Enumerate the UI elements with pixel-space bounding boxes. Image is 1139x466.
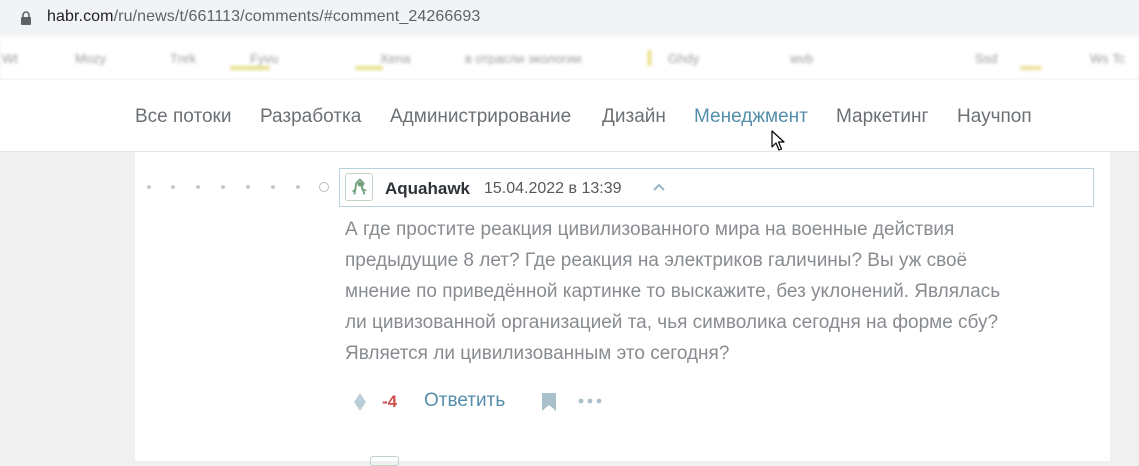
bookmark-icon[interactable] — [541, 392, 557, 412]
nav-item-popsci[interactable]: Научпоп — [957, 106, 1032, 128]
url-text[interactable]: habr.com/ru/news/t/661113/comments/#comm… — [47, 8, 480, 26]
vote-icon[interactable] — [353, 392, 367, 412]
address-bar[interactable]: habr.com/ru/news/t/661113/comments/#comm… — [0, 0, 1139, 36]
comment-text: А где простите реакция цивилизованного м… — [345, 214, 1085, 369]
comment-line: мнение по приведённой картинке то выскаж… — [345, 281, 1001, 302]
comment-author[interactable]: Aquahawk — [385, 179, 470, 199]
bookmark-item[interactable]: wvb — [790, 51, 813, 66]
comment-line: предыдущие 8 лет? Где реакция на электри… — [345, 250, 968, 271]
bookmark-favicon — [648, 50, 651, 66]
mouse-cursor-icon — [771, 130, 785, 151]
comment-line: ли цивизованной организацией та, чья сим… — [345, 312, 999, 333]
bookmark-favicon — [230, 66, 270, 70]
habr-nav: Все потоки Разработка Администрирование … — [0, 80, 1139, 152]
thread-level-dot[interactable] — [171, 185, 175, 189]
bookmark-favicon — [355, 66, 383, 70]
thread-current-marker[interactable] — [319, 182, 329, 192]
comment-date[interactable]: 15.04.2022 в 13:39 — [484, 180, 622, 198]
bookmark-favicon — [1020, 66, 1042, 70]
thread-level-dot[interactable] — [246, 185, 250, 189]
nav-item-develop[interactable]: Разработка — [260, 106, 361, 128]
nav-item-marketing[interactable]: Маркетинг — [836, 106, 928, 128]
comment-line: А где простите реакция цивилизованного м… — [345, 219, 955, 240]
nav-item-management[interactable]: Менеджмент — [694, 106, 808, 128]
user-avatar[interactable] — [345, 173, 373, 201]
nav-item-admin[interactable]: Администрирование — [390, 106, 571, 128]
comment-score: -4 — [382, 392, 398, 411]
bookmark-item[interactable]: Wt — [2, 51, 18, 66]
more-options-icon[interactable] — [577, 397, 603, 405]
bookmark-item[interactable]: Ghdy — [668, 51, 699, 66]
thread-level-dot[interactable] — [147, 185, 151, 189]
next-comment-avatar[interactable] — [370, 456, 399, 466]
thread-level-dot[interactable] — [271, 185, 275, 189]
nav-item-all[interactable]: Все потоки — [135, 106, 231, 128]
bookmark-item[interactable]: Mozy — [75, 51, 106, 66]
thread-level-dot[interactable] — [196, 185, 200, 189]
lock-icon[interactable] — [20, 11, 32, 25]
thread-level-dot[interactable] — [296, 185, 300, 189]
bookmark-item[interactable]: Xena — [380, 51, 410, 66]
bookmark-item[interactable]: Ssd — [975, 51, 997, 66]
thread-level-dot[interactable] — [221, 185, 225, 189]
comment-line: Является ли цивилизованным это сегодня? — [345, 343, 730, 364]
chevron-up-icon[interactable] — [652, 182, 666, 192]
bookmark-item[interactable]: Fyvu — [250, 51, 278, 66]
bookmark-item[interactable]: Ws Tc — [1090, 51, 1125, 66]
comment-header: Aquahawk 15.04.2022 в 13:39 — [339, 168, 1094, 207]
url-path: /ru/news/t/661113/comments/#comment_2426… — [113, 8, 481, 25]
bookmark-item[interactable]: в отрасли экологии — [465, 51, 581, 66]
reply-button[interactable]: Ответить — [424, 390, 505, 412]
bookmarks-bar: Wt Mozy Tnrk Fyvu Xena в отрасли экологи… — [0, 36, 1139, 81]
nav-item-design[interactable]: Дизайн — [602, 106, 666, 128]
url-host: habr.com — [47, 8, 114, 25]
bookmark-item[interactable]: Tnrk — [170, 51, 196, 66]
